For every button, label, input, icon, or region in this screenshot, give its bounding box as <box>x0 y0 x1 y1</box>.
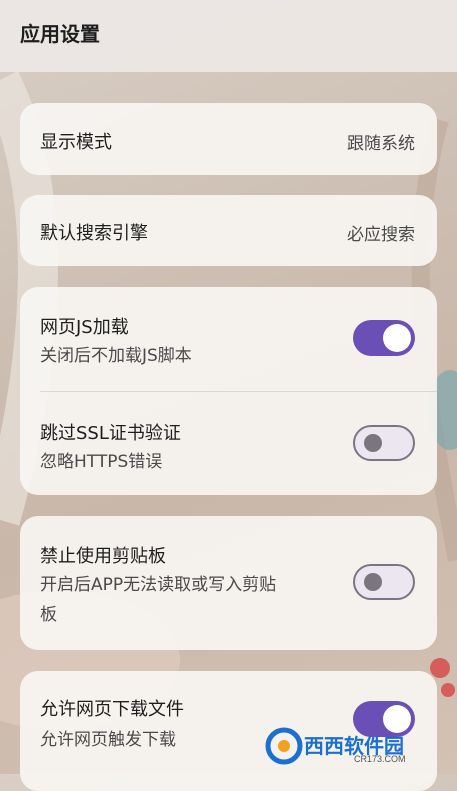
skip-ssl-row[interactable]: 跳过SSL证书验证 忽略HTTPS错误 <box>20 391 437 495</box>
display-mode-label: 显示模式 <box>40 132 112 153</box>
search-engine-label: 默认搜索引擎 <box>40 223 148 244</box>
clipboard-card[interactable]: 禁止使用剪贴板 开启后APP无法读取或写入剪贴 板 <box>20 516 437 650</box>
toggle-knob <box>364 573 382 591</box>
download-desc: 允许网页触发下载 <box>40 730 176 750</box>
web-js-row[interactable]: 网页JS加载 关闭后不加载JS脚本 <box>20 287 437 391</box>
watermark-logo-icon <box>265 727 303 765</box>
skip-ssl-label: 跳过SSL证书验证 <box>40 423 181 444</box>
search-engine-value: 必应搜索 <box>347 225 415 245</box>
page-title: 应用设置 <box>20 22 100 46</box>
clipboard-label: 禁止使用剪贴板 <box>40 546 166 567</box>
search-engine-card[interactable]: 默认搜索引擎 必应搜索 <box>20 195 437 266</box>
clipboard-desc-line1: 开启后APP无法读取或写入剪贴 <box>40 575 277 595</box>
web-js-desc: 关闭后不加载JS脚本 <box>40 346 192 366</box>
skip-ssl-toggle[interactable] <box>353 425 415 461</box>
app-header: 应用设置 <box>0 0 457 72</box>
site-watermark: 西西软件园 CR173.COM <box>262 722 442 768</box>
clipboard-toggle[interactable] <box>353 564 415 600</box>
web-settings-card: 网页JS加载 关闭后不加载JS脚本 跳过SSL证书验证 忽略HTTPS错误 <box>20 287 437 495</box>
watermark-subtext: CR173.COM <box>354 754 406 764</box>
skip-ssl-desc: 忽略HTTPS错误 <box>40 452 163 472</box>
toggle-knob <box>383 324 411 352</box>
display-mode-value: 跟随系统 <box>347 134 415 154</box>
clipboard-desc-line2: 板 <box>40 605 57 625</box>
display-mode-card[interactable]: 显示模式 跟随系统 <box>20 103 437 175</box>
toggle-knob <box>364 434 382 452</box>
download-label: 允许网页下载文件 <box>40 699 184 720</box>
web-js-toggle[interactable] <box>353 320 415 356</box>
web-js-label: 网页JS加载 <box>40 317 129 338</box>
